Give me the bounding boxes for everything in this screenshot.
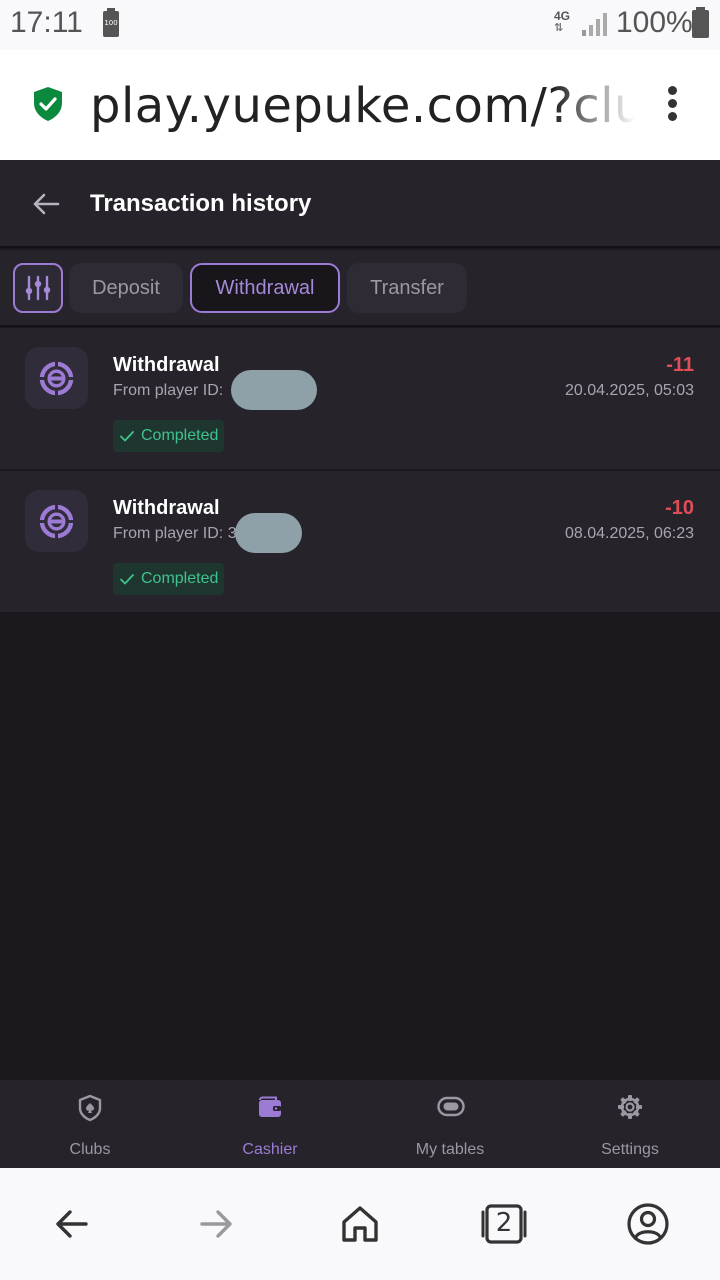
back-arrow-icon[interactable] bbox=[30, 188, 62, 220]
transaction-date: 08.04.2025, 06:23 bbox=[564, 525, 694, 542]
network-type: 4G ⇅ bbox=[554, 9, 571, 34]
bottom-nav: Clubs Cashier My tables Settings bbox=[0, 1080, 720, 1168]
account-icon[interactable] bbox=[626, 1202, 670, 1246]
status-time: 17:11 bbox=[10, 6, 83, 39]
transaction-row[interactable]: Withdrawal From player ID: Completed -11… bbox=[0, 328, 720, 471]
transaction-date: 20.04.2025, 05:03 bbox=[564, 382, 694, 399]
transaction-title: Withdrawal bbox=[113, 497, 220, 519]
tab-count: 2 bbox=[495, 1208, 513, 1238]
transaction-amount: -11 bbox=[666, 354, 694, 376]
app-header: Transaction history bbox=[0, 160, 720, 248]
filter-chip-withdrawal[interactable]: Withdrawal bbox=[190, 263, 340, 313]
nav-label-settings: Settings bbox=[601, 1141, 659, 1158]
browser-url-bar: play.yuepuke.com/?club bbox=[0, 50, 720, 160]
filter-bar: Deposit Withdrawal Transfer bbox=[0, 250, 720, 327]
home-icon[interactable] bbox=[338, 1202, 382, 1246]
status-label: Completed bbox=[141, 570, 219, 587]
status-bar: 17:11 100 4G ⇅ 100% bbox=[0, 0, 720, 50]
transaction-row[interactable]: Withdrawal From player ID: 3 Completed -… bbox=[0, 471, 720, 614]
battery-saver-label: 100 bbox=[104, 19, 118, 27]
tabs-button[interactable]: 2 bbox=[480, 1202, 528, 1246]
redaction-mark bbox=[231, 370, 317, 410]
nav-item-my-tables[interactable]: My tables bbox=[360, 1080, 540, 1168]
secure-shield-icon bbox=[34, 87, 62, 121]
page-title: Transaction history bbox=[90, 190, 312, 217]
filter-settings-button[interactable] bbox=[13, 263, 63, 313]
battery-percent: 100% bbox=[616, 6, 693, 39]
status-badge: Completed bbox=[113, 563, 225, 595]
check-icon bbox=[120, 574, 134, 585]
transaction-source: From player ID: bbox=[113, 382, 224, 399]
transaction-list: Withdrawal From player ID: Completed -11… bbox=[0, 328, 720, 614]
wallet-icon bbox=[259, 1096, 281, 1117]
transaction-title: Withdrawal bbox=[113, 354, 220, 376]
nav-item-cashier[interactable]: Cashier bbox=[180, 1080, 360, 1168]
system-nav-bar: 2 bbox=[0, 1168, 720, 1280]
browser-menu-icon[interactable] bbox=[664, 86, 680, 126]
status-badge: Completed bbox=[113, 420, 225, 452]
nav-label-my-tables: My tables bbox=[415, 1141, 485, 1158]
signal-icon bbox=[582, 12, 608, 36]
table-icon bbox=[437, 1096, 465, 1117]
filter-chip-deposit[interactable]: Deposit bbox=[69, 263, 183, 313]
status-label: Completed bbox=[141, 427, 219, 444]
chip-icon bbox=[25, 490, 88, 552]
browser-forward-icon[interactable] bbox=[194, 1202, 238, 1246]
nav-label-clubs: Clubs bbox=[69, 1141, 111, 1158]
clubs-shield-icon bbox=[78, 1094, 102, 1122]
nav-label-cashier: Cashier bbox=[242, 1141, 298, 1158]
gear-icon bbox=[618, 1095, 642, 1119]
battery-icon bbox=[692, 7, 709, 38]
network-label: 4G bbox=[554, 9, 571, 23]
transaction-source: From player ID: 3 bbox=[113, 525, 237, 542]
redaction-mark bbox=[235, 513, 302, 553]
check-icon bbox=[120, 431, 134, 442]
url-text[interactable]: play.yuepuke.com/?club bbox=[90, 78, 635, 138]
nav-item-settings[interactable]: Settings bbox=[540, 1080, 720, 1168]
chip-icon bbox=[25, 347, 88, 409]
sliders-icon bbox=[25, 275, 51, 301]
nav-item-clubs[interactable]: Clubs bbox=[0, 1080, 180, 1168]
filter-chip-transfer[interactable]: Transfer bbox=[347, 263, 467, 313]
battery-saver-icon: 100 bbox=[103, 8, 119, 37]
transaction-amount: -10 bbox=[665, 497, 694, 519]
browser-back-icon[interactable] bbox=[50, 1202, 94, 1246]
